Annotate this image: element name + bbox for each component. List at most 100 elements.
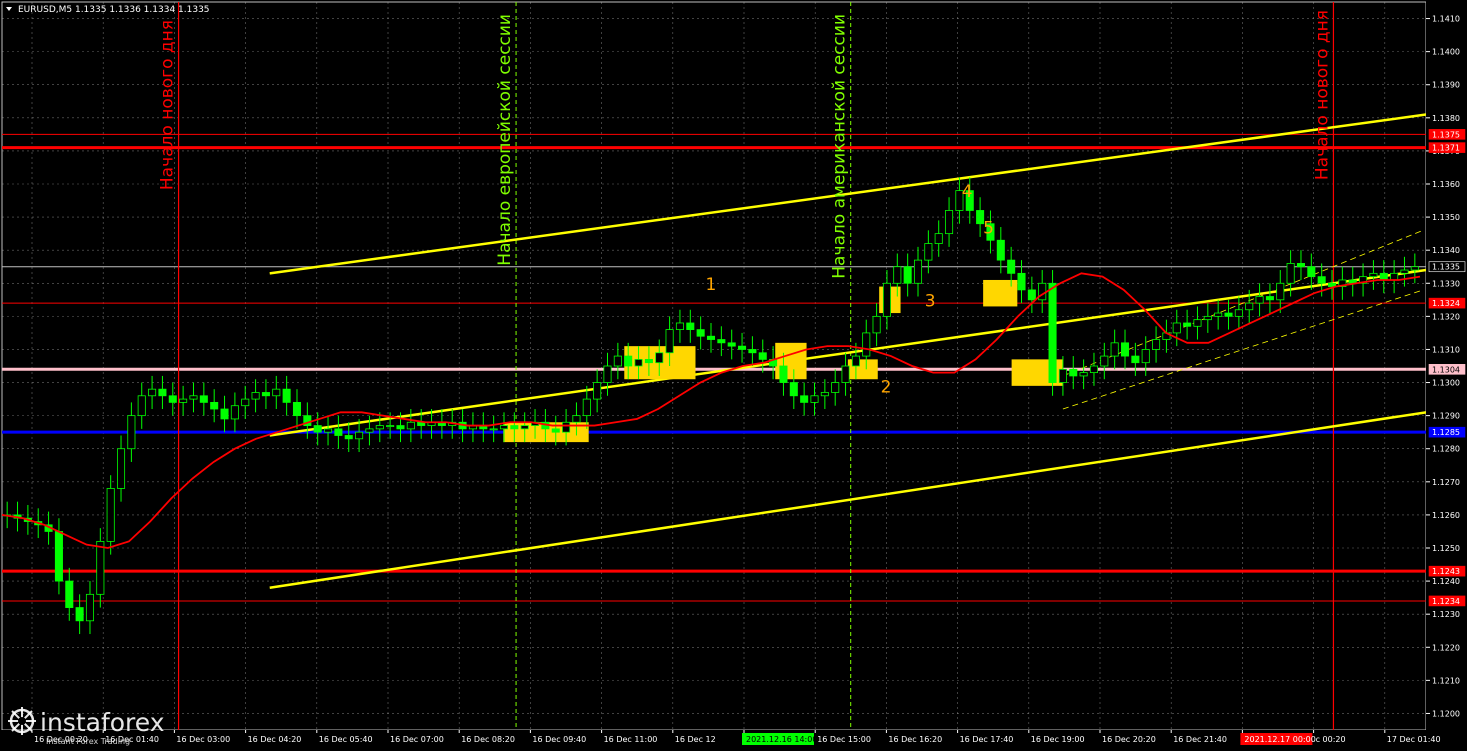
chart-background xyxy=(0,0,1467,751)
candle-body xyxy=(179,398,188,403)
candle-body xyxy=(489,428,498,431)
price-label: 1.1324 xyxy=(1432,299,1460,308)
candle-body xyxy=(903,266,912,284)
candle-body xyxy=(1120,342,1130,357)
signal-number: 3 xyxy=(925,291,936,311)
candle-body xyxy=(1017,272,1026,291)
vertical-label: Начало европейской сессии xyxy=(495,14,515,266)
candle-body xyxy=(251,392,260,400)
candle-body xyxy=(386,425,395,427)
time-tick-label: 16 Dec 15:00 xyxy=(817,735,871,744)
price-label: 1.1375 xyxy=(1432,130,1460,139)
signal-box xyxy=(983,279,1018,307)
signal-number: 2 xyxy=(881,377,892,397)
price-tick-label: 1.1320 xyxy=(1432,312,1460,321)
candle-body xyxy=(334,428,343,436)
candle-body xyxy=(686,322,695,330)
price-label: 1.1234 xyxy=(1432,597,1460,606)
candle-body xyxy=(1255,296,1264,304)
candle-body xyxy=(1265,296,1274,301)
candle-body xyxy=(1027,289,1036,301)
candle-body xyxy=(1286,263,1295,284)
candle-body xyxy=(1058,368,1067,383)
candle-body xyxy=(779,365,788,383)
candle-body xyxy=(117,448,126,489)
candle-body xyxy=(675,322,684,330)
time-tick-label: 2021.12.16 14:00 xyxy=(746,735,817,744)
time-tick-label: 16 Dec 04:20 xyxy=(248,735,302,744)
candle-body xyxy=(1214,312,1223,317)
candle-body xyxy=(1203,315,1212,321)
candle-body xyxy=(717,339,726,344)
candle-body xyxy=(862,332,871,357)
price-tick-label: 1.1280 xyxy=(1432,445,1460,454)
time-tick-label: 16 Dec 20:20 xyxy=(1102,735,1156,744)
price-axis-bg xyxy=(1426,0,1467,751)
time-tick-label: 16 Dec 12 xyxy=(675,735,716,744)
price-tick-label: 1.1230 xyxy=(1432,610,1460,619)
candle-body xyxy=(1224,312,1233,317)
candle-body xyxy=(210,401,219,410)
symbol-header: EURUSD,M5 1.1335 1.1336 1.1334 1.1335 xyxy=(18,5,210,15)
candle-body xyxy=(1069,368,1078,377)
time-tick-label: 16 Dec 19:00 xyxy=(1031,735,1085,744)
candle-body xyxy=(934,233,943,244)
candle-body xyxy=(1079,372,1088,377)
candle-body xyxy=(603,365,612,383)
candle-body xyxy=(158,388,167,397)
price-tick-label: 1.1350 xyxy=(1432,213,1460,222)
candle-body xyxy=(1038,282,1047,301)
candle-body xyxy=(313,425,322,433)
vertical-label: Начало американской сессии xyxy=(830,14,850,279)
candle-body xyxy=(996,239,1005,261)
candle-body xyxy=(127,415,136,450)
candle-body xyxy=(520,425,529,430)
price-tick-label: 1.1250 xyxy=(1432,544,1460,553)
price-tick-label: 1.1210 xyxy=(1432,676,1460,685)
time-tick-label: 16 Dec 21:40 xyxy=(1173,735,1227,744)
candle-body xyxy=(1152,339,1161,350)
time-axis: 16 Dec 00:20 16 Dec 01:40 16 Dec 03:00 16 D… xyxy=(0,730,1467,751)
time-tick-label: 16 Dec 16:20 xyxy=(888,735,942,744)
candle-body xyxy=(54,531,63,582)
price-tick-label: 1.1260 xyxy=(1432,511,1460,520)
candle-body xyxy=(1410,266,1419,271)
candle-body xyxy=(841,365,850,383)
candle-body xyxy=(624,355,633,367)
candle-body xyxy=(1183,322,1192,327)
price-label: 1.1243 xyxy=(1432,567,1460,576)
candle-body xyxy=(261,392,270,397)
candle-body xyxy=(499,425,509,430)
price-tick-label: 1.1240 xyxy=(1432,577,1460,586)
signal-number: 1 xyxy=(705,275,716,295)
candle-body xyxy=(851,355,860,367)
candle-body xyxy=(582,398,591,417)
price-tick-label: 1.1410 xyxy=(1432,15,1460,24)
candle-body xyxy=(1100,355,1109,367)
price-tick-label: 1.1360 xyxy=(1432,180,1460,189)
candle-body xyxy=(831,382,840,393)
candle-body xyxy=(758,352,767,360)
candle-body xyxy=(727,342,736,347)
candle-body xyxy=(572,415,581,423)
candle-body xyxy=(1172,322,1181,334)
price-label: 1.1335 xyxy=(1432,263,1460,272)
candle-body xyxy=(75,607,84,622)
candle-body xyxy=(230,405,239,420)
candle-body xyxy=(613,355,622,367)
candle-body xyxy=(1379,272,1388,281)
time-tick-label: 16 Dec 08:20 xyxy=(461,735,515,744)
candle-body xyxy=(1317,276,1326,284)
time-tick-label: 16 Dec 07:00 xyxy=(390,735,444,744)
candle-body xyxy=(1193,319,1202,327)
price-chart[interactable]: 1.1200 1.1210 1.1220 1.1230 1.1240 1.1250 1.12… xyxy=(0,0,1467,751)
candle-body xyxy=(893,266,902,284)
candle-body xyxy=(189,395,198,400)
price-tick-label: 1.1220 xyxy=(1432,643,1460,652)
candle-body xyxy=(1234,309,1243,317)
time-tick-label: 17 Dec 01:40 xyxy=(1387,735,1441,744)
signal-number: 4 xyxy=(962,182,973,202)
price-label: 1.1371 xyxy=(1432,144,1460,153)
candle-body xyxy=(1141,349,1150,364)
candle-body xyxy=(562,421,571,433)
